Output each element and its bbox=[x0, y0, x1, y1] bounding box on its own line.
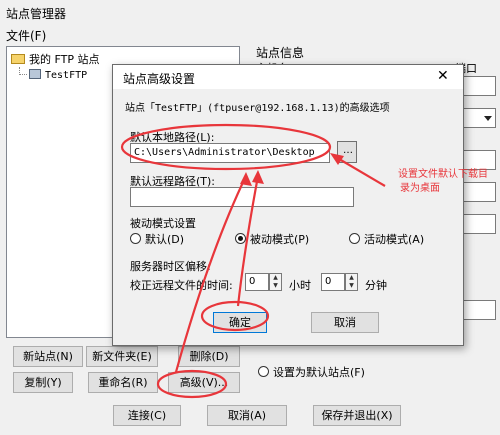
spin-down-icon: ▼ bbox=[273, 282, 278, 289]
advanced-settings-dialog: 站点高级设置 ✕ 站点「TestFTP」(ftpuser@192.168.1.1… bbox=[112, 64, 464, 346]
timezone-label: 服务器时区偏移: bbox=[130, 260, 211, 273]
passive-radio-default[interactable] bbox=[130, 233, 141, 244]
tree-site-label: TestFTP bbox=[45, 70, 88, 81]
passive-option-label: 默认(D) bbox=[145, 233, 185, 246]
minutes-unit: 分钟 bbox=[365, 279, 387, 292]
hours-input[interactable]: 0 bbox=[245, 273, 269, 291]
close-icon[interactable]: ✕ bbox=[437, 68, 449, 84]
new-site-button[interactable]: 新站点(N) bbox=[13, 346, 83, 367]
computer-icon bbox=[29, 69, 41, 79]
spin-up-icon: ▲ bbox=[349, 274, 354, 281]
dialog-subtitle: 站点「TestFTP」(ftpuser@192.168.1.13)的高级选项 bbox=[125, 103, 390, 114]
default-site-label: 设置为默认站点(F) bbox=[273, 366, 365, 379]
spin-down-icon: ▼ bbox=[349, 282, 354, 289]
menu-file[interactable]: 文件(F) bbox=[6, 27, 46, 44]
site-info-group: 站点信息 bbox=[256, 46, 305, 60]
save-exit-button[interactable]: 保存并退出(X) bbox=[313, 405, 401, 426]
spin-up-icon: ▲ bbox=[273, 274, 278, 281]
default-site-option[interactable]: 设置为默认站点(F) bbox=[258, 364, 365, 380]
annotation-text-line: 录为桌面 bbox=[400, 183, 440, 194]
timezone-row-label: 校正远程文件的时间: bbox=[130, 279, 233, 292]
passive-option-active[interactable]: 活动模式(A) bbox=[349, 231, 424, 247]
hours-spinner[interactable]: ▲ ▼ bbox=[269, 273, 282, 291]
browse-folder-icon: … bbox=[343, 145, 353, 156]
dialog-title: 站点高级设置 bbox=[123, 72, 196, 86]
passive-option-default[interactable]: 默认(D) bbox=[130, 231, 184, 247]
tree-site-testftp[interactable]: TestFTP bbox=[19, 67, 87, 81]
passive-radio-active[interactable] bbox=[349, 233, 360, 244]
passive-group-label: 被动模式设置 bbox=[130, 217, 196, 230]
annotation-text-line: 设置文件默认下载目 bbox=[398, 169, 488, 180]
folder-icon bbox=[11, 54, 25, 64]
window-title: 站点管理器 bbox=[6, 7, 67, 21]
rename-button[interactable]: 重命名(R) bbox=[88, 372, 158, 393]
passive-option-label: 被动模式(P) bbox=[250, 233, 310, 246]
default-site-radio[interactable] bbox=[258, 366, 269, 377]
dialog-titlebar: 站点高级设置 ✕ bbox=[113, 65, 463, 89]
tree-branch bbox=[19, 67, 27, 75]
minutes-spinner[interactable]: ▲ ▼ bbox=[345, 273, 358, 291]
cancel-button[interactable]: 取消(A) bbox=[207, 405, 287, 426]
chevron-down-icon bbox=[484, 116, 492, 121]
passive-radio-passive[interactable] bbox=[235, 233, 246, 244]
minutes-input[interactable]: 0 bbox=[321, 273, 345, 291]
hours-unit: 小时 bbox=[289, 279, 311, 292]
ok-button[interactable]: 确定 bbox=[213, 312, 267, 333]
new-folder-button[interactable]: 新文件夹(E) bbox=[86, 346, 158, 367]
local-path-input[interactable]: C:\Users\Administrator\Desktop bbox=[130, 143, 330, 163]
copy-button[interactable]: 复制(Y) bbox=[13, 372, 73, 393]
connect-button[interactable]: 连接(C) bbox=[113, 405, 181, 426]
passive-option-label: 活动模式(A) bbox=[364, 233, 425, 246]
dialog-cancel-button[interactable]: 取消 bbox=[311, 312, 379, 333]
browse-button[interactable]: … bbox=[337, 141, 357, 163]
delete-button[interactable]: 删除(D) bbox=[178, 346, 240, 367]
tree-root[interactable]: 我的 FTP 站点 bbox=[11, 51, 99, 67]
passive-option-passive[interactable]: 被动模式(P) bbox=[235, 231, 309, 247]
tree-root-label: 我的 FTP 站点 bbox=[29, 53, 100, 66]
advanced-button[interactable]: 高级(V)... bbox=[168, 372, 240, 393]
remote-path-input[interactable] bbox=[130, 187, 354, 207]
annotation-text: 设置文件默认下载目 录为桌面 bbox=[398, 168, 500, 196]
